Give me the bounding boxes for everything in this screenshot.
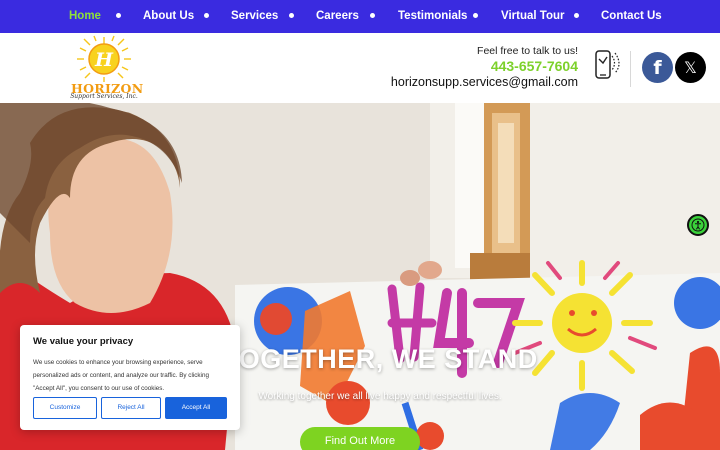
nav-careers[interactable]: Careers: [316, 0, 359, 33]
cookie-title: We value your privacy: [33, 336, 134, 347]
phone-number-link[interactable]: 443-657-7604: [391, 58, 578, 74]
cookie-description: We use cookies to enhance your browsing …: [33, 359, 209, 392]
nav-about-us[interactable]: About Us: [143, 0, 194, 33]
header-divider: [630, 51, 631, 87]
find-out-more-button[interactable]: Find Out More: [300, 427, 420, 450]
cookie-buttons: Customize Reject All Accept All: [33, 397, 227, 419]
accessibility-icon: [691, 218, 705, 232]
nav-separator-dot: [370, 13, 375, 18]
x-twitter-icon[interactable]: 𝕏: [675, 52, 706, 83]
nav-virtual-tour[interactable]: Virtual Tour: [501, 0, 564, 33]
nav-separator-dot: [116, 13, 121, 18]
logo-subline: Support Services, Inc.: [70, 93, 138, 100]
horizon-logo[interactable]: H HORIZON Support Services, Inc.: [68, 35, 143, 101]
accessibility-widget-button[interactable]: [687, 214, 709, 236]
contact-block: Feel free to talk to us! 443-657-7604 ho…: [391, 45, 578, 89]
customize-button[interactable]: Customize: [33, 397, 97, 419]
contact-tagline: Feel free to talk to us!: [477, 45, 578, 57]
top-navigation: Home About Us Services Careers Testimoni…: [0, 0, 720, 33]
nav-services[interactable]: Services: [231, 0, 278, 33]
nav-home[interactable]: Home: [69, 0, 101, 33]
svg-text:H: H: [94, 49, 114, 71]
nav-separator-dot: [473, 13, 478, 18]
cookie-consent-banner: We value your privacy We use cookies to …: [20, 325, 240, 430]
nav-separator-dot: [204, 13, 209, 18]
facebook-icon[interactable]: f: [642, 52, 673, 83]
accept-all-button[interactable]: Accept All: [165, 397, 227, 419]
reject-all-button[interactable]: Reject All: [101, 397, 161, 419]
email-link[interactable]: horizonsupp.services@gmail.com: [391, 75, 578, 89]
phone-call-icon: [595, 50, 620, 79]
nav-separator-dot: [289, 13, 294, 18]
nav-testimonials[interactable]: Testimonials: [398, 0, 467, 33]
hero-subtitle: Working together we all live happy and r…: [258, 391, 502, 402]
nav-separator-dot: [574, 13, 579, 18]
site-header: H HORIZON Support Services, Inc. Feel fr…: [0, 33, 720, 103]
nav-contact-us[interactable]: Contact Us: [601, 0, 662, 33]
